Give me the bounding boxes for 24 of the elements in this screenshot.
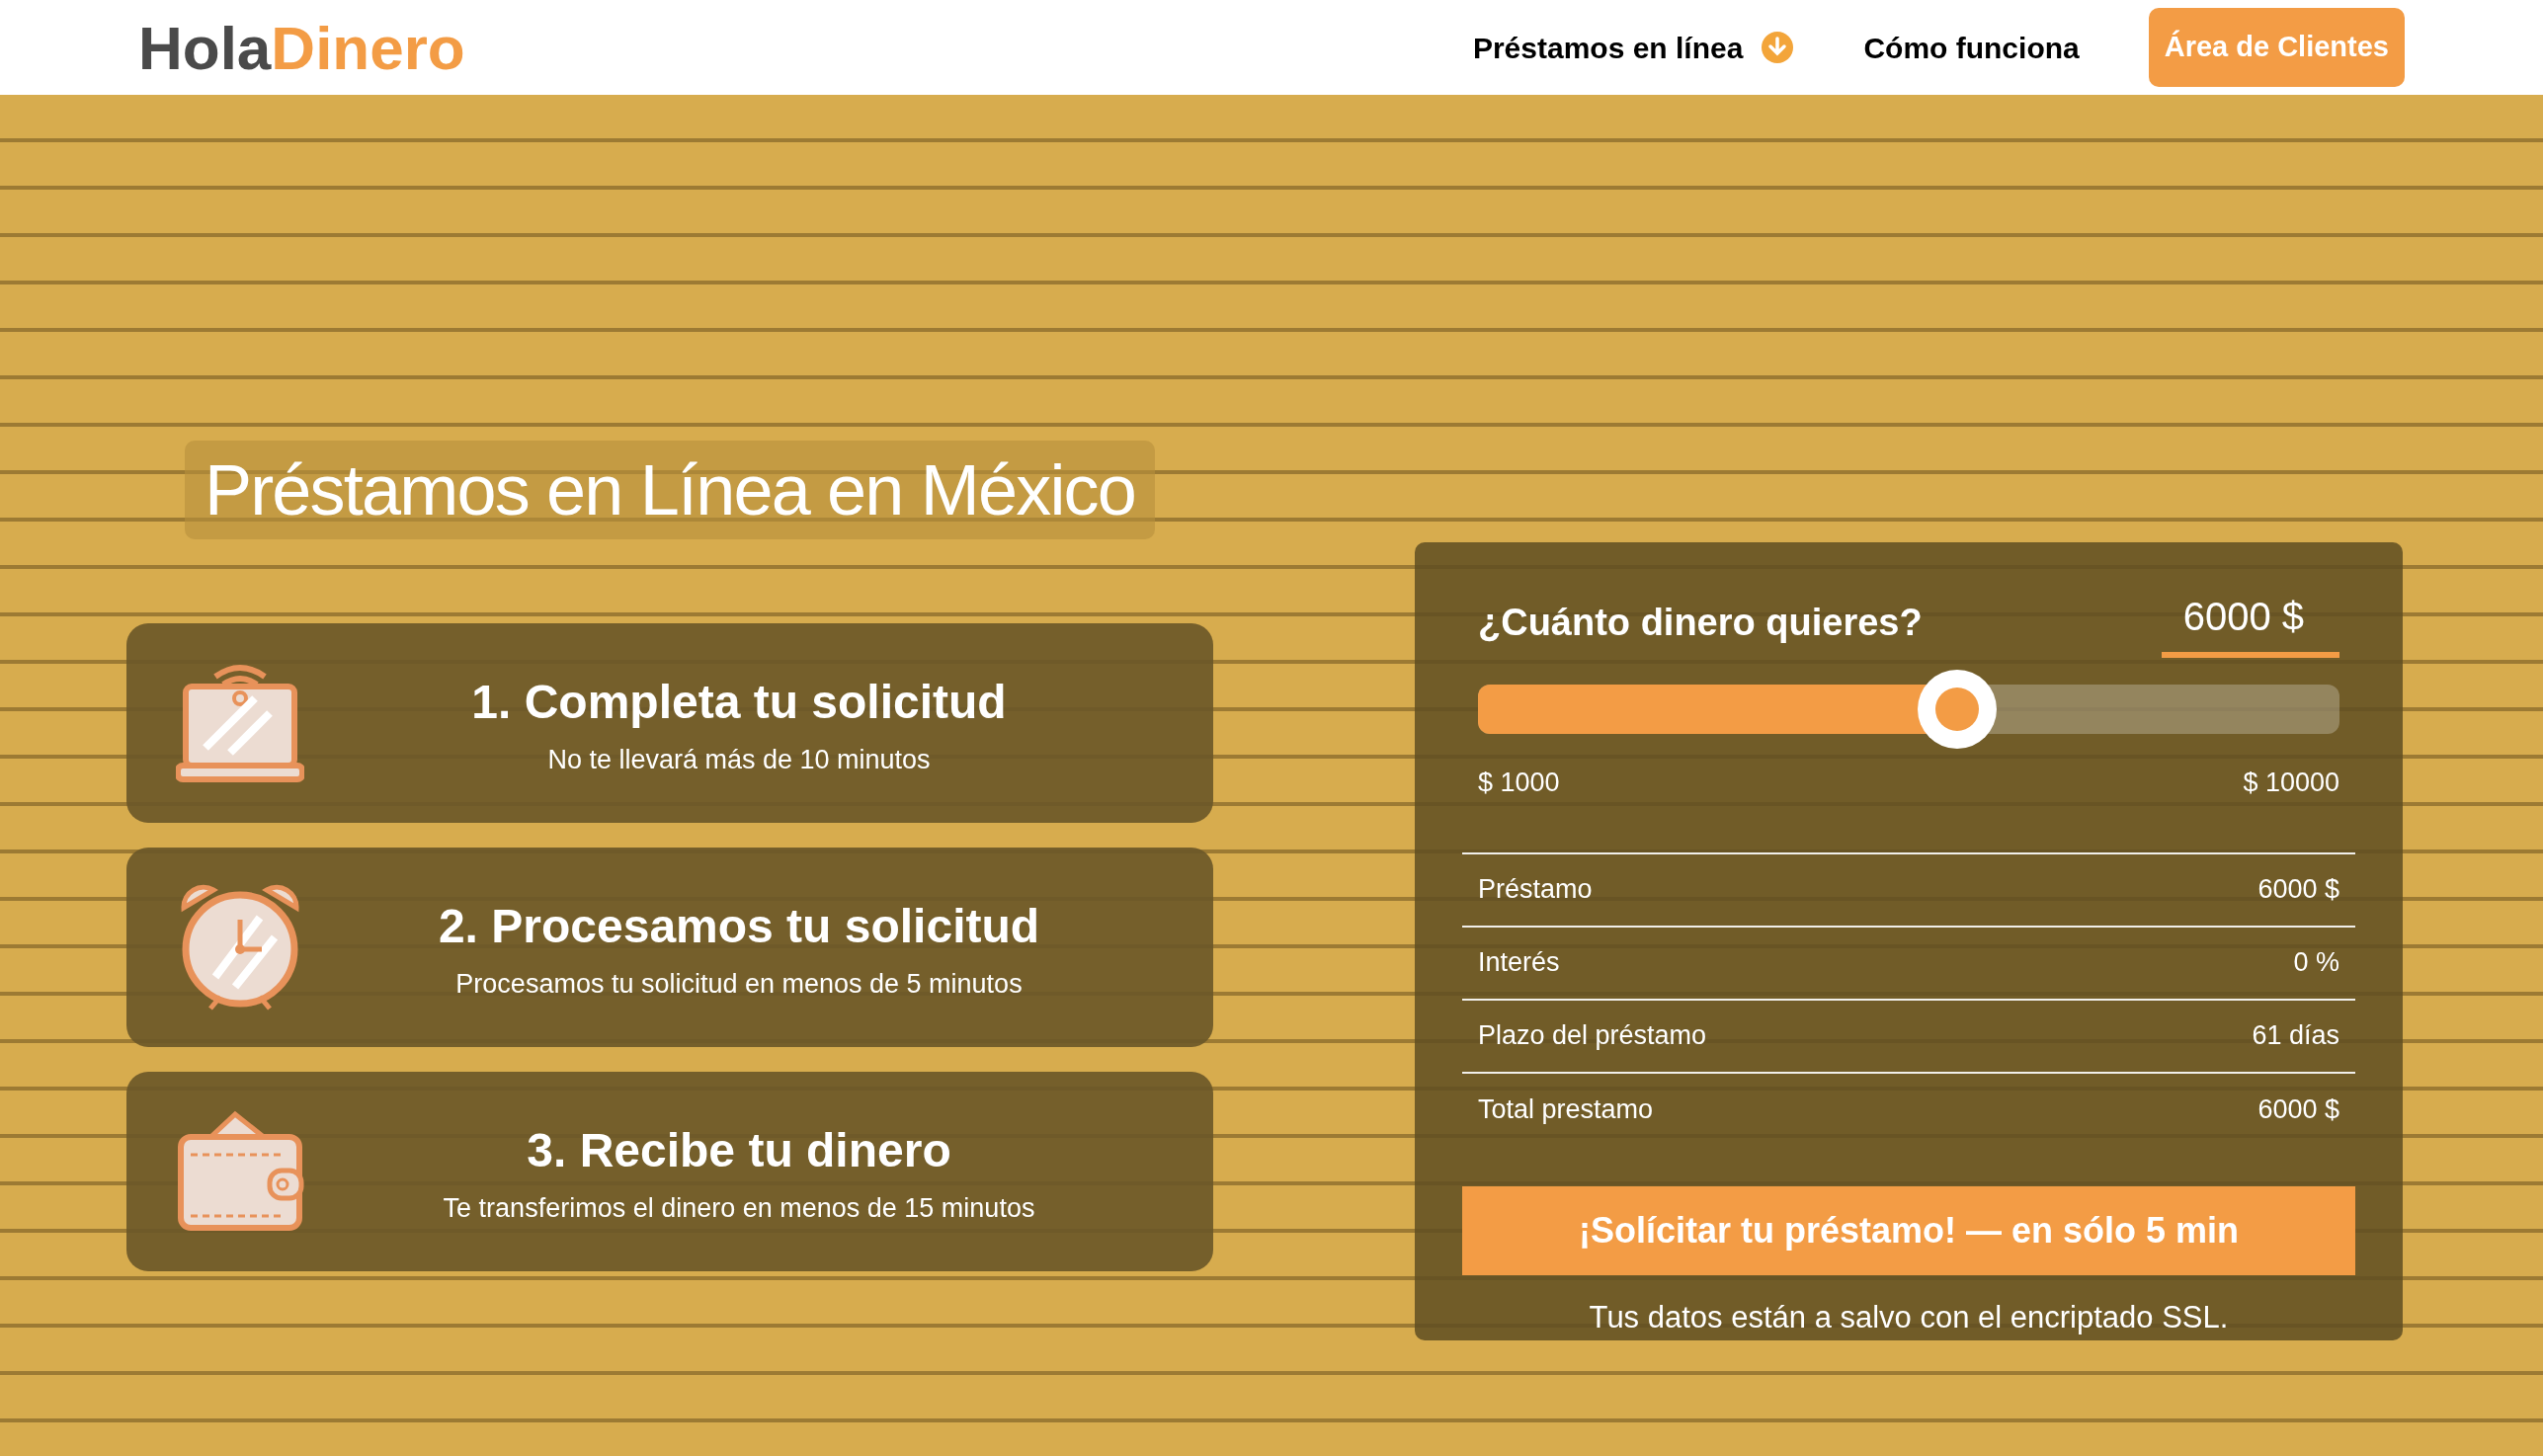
step-subtitle: Te transferimos el dinero en menos de 15 minutos (443, 1191, 1035, 1225)
summary-label: Interés (1478, 946, 1560, 980)
step-subtitle: No te llevará más de 10 minutos (547, 743, 931, 776)
logo-text[interactable]: Hola (138, 1, 272, 94)
summary-value: 6000 $ (2257, 1093, 2339, 1127)
summary-label: Préstamo (1478, 873, 1593, 907)
calculator-question: ¿Cuánto dinero quieres? (1478, 601, 1923, 645)
step-subtitle: Procesamos tu solicitud en menos de 5 minutos (455, 967, 1023, 1001)
summary-value: 61 días (2252, 1019, 2339, 1053)
summary-value: 0 % (2293, 946, 2339, 980)
summary-label: Plazo del préstamo (1478, 1019, 1707, 1053)
min-label: $ 1000 (1478, 767, 1560, 799)
summary-label: Total prestamo (1478, 1093, 1654, 1127)
step-title: 3. Recibe tu dinero (527, 1122, 951, 1178)
nav-link[interactable]: Cómo funciona (1863, 25, 2080, 70)
step-title: 2. Procesamos tu solicitud (438, 898, 1040, 954)
hero-title: Préstamos en Línea en México (184, 441, 1156, 539)
nav-link[interactable]: Préstamos en línea (1472, 25, 1795, 70)
max-label: $ 10000 (2243, 767, 2339, 799)
amount-slider[interactable] (1478, 670, 2339, 749)
step-title: 1. Completa tu solicitud (471, 674, 1007, 730)
summary-value: 6000 $ (2257, 873, 2339, 907)
amount-value: 6000 $ (2161, 587, 2339, 658)
security-note: Tus datos están a salvo con el encriptado SSL. (1588, 1298, 2230, 1336)
